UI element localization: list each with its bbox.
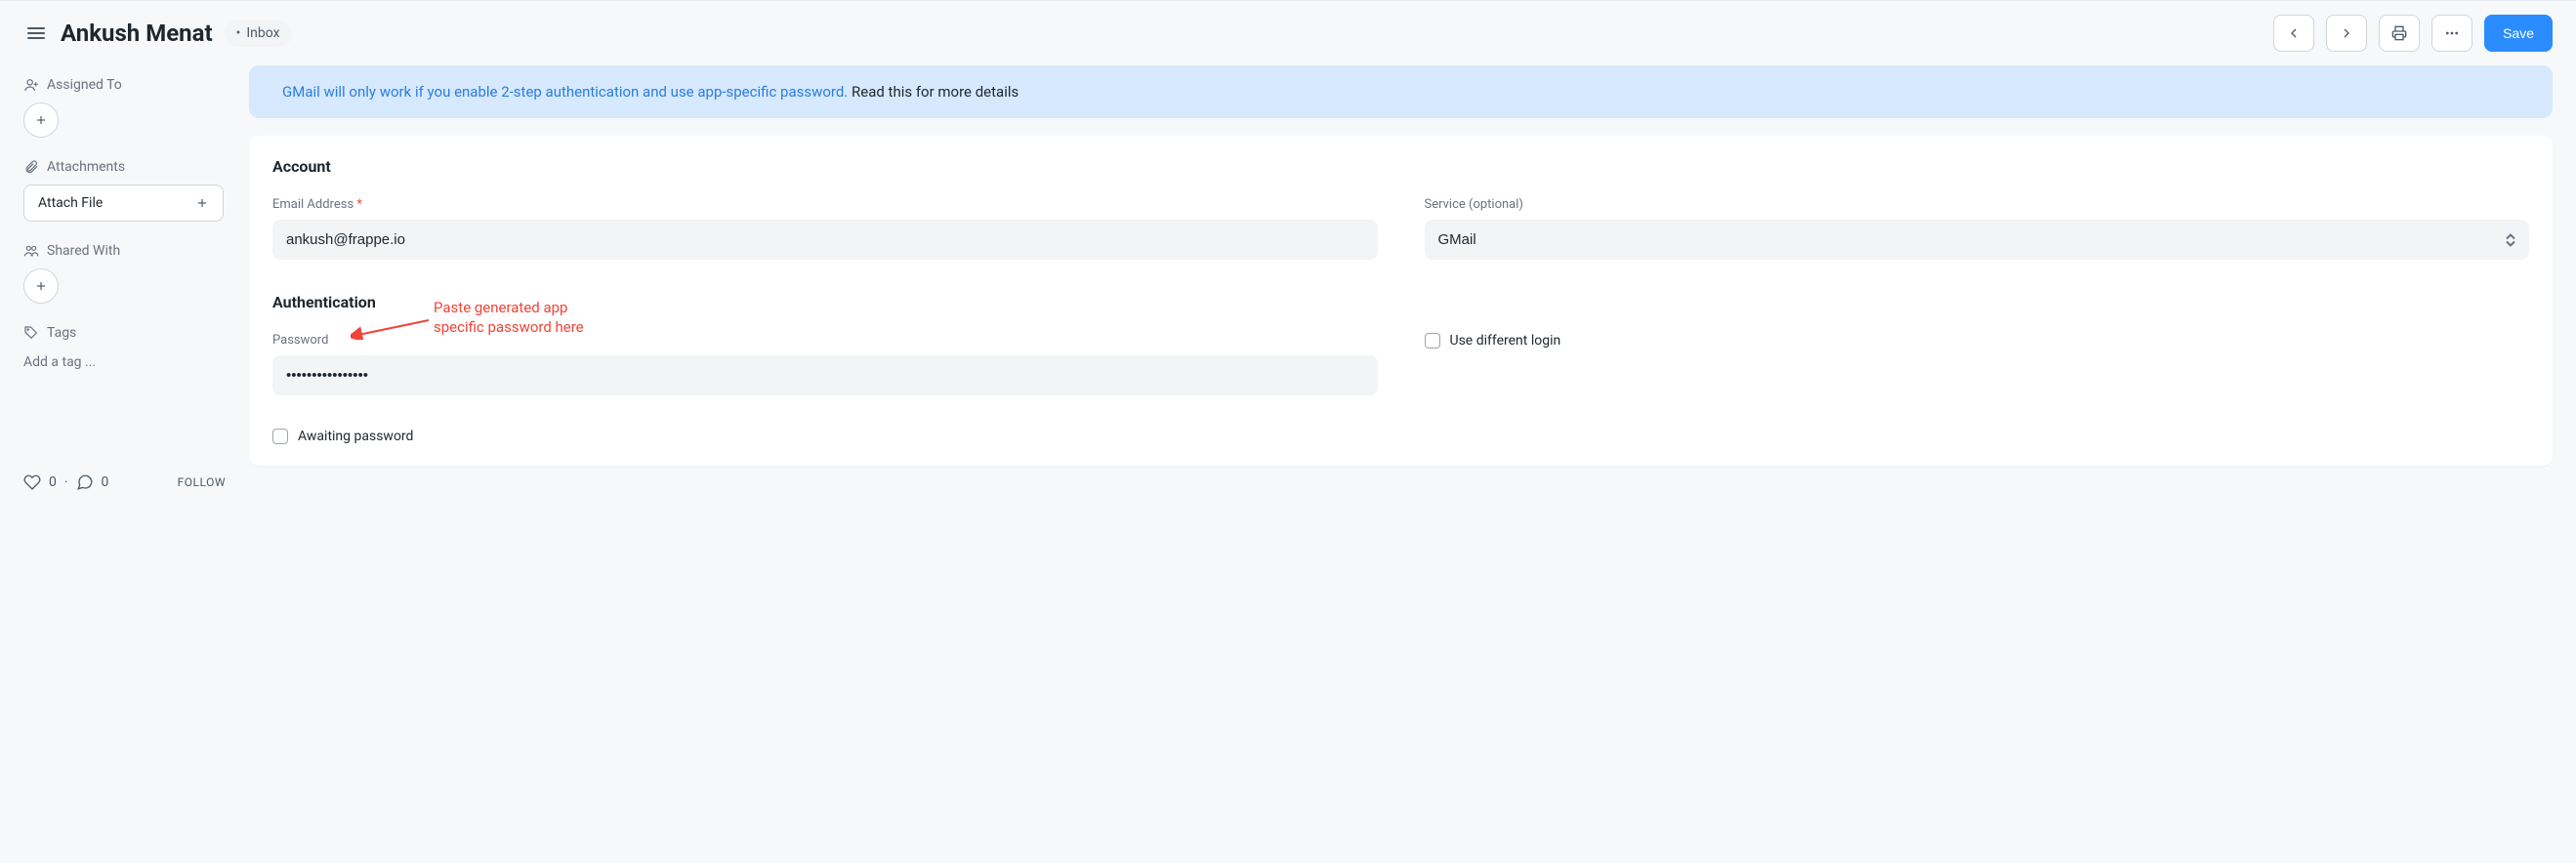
printer-icon <box>2391 25 2407 41</box>
topbar: Ankush Menat Inbox Save <box>0 0 2576 65</box>
footer-row: 0 · 0 FOLLOW <box>23 395 226 491</box>
likes-count: 0 <box>49 474 57 490</box>
service-select[interactable] <box>1425 220 2530 260</box>
account-section-title: Account <box>272 157 2529 176</box>
tags-text: Tags <box>47 325 76 341</box>
add-assignee-button[interactable] <box>23 103 59 138</box>
more-button[interactable] <box>2431 15 2472 52</box>
chevron-right-icon <box>2339 25 2354 41</box>
add-shared-button[interactable] <box>23 268 59 304</box>
plus-icon <box>34 113 48 127</box>
follow-button[interactable]: FOLLOW <box>178 475 226 489</box>
email-label: Email Address * <box>272 197 1378 212</box>
next-button[interactable] <box>2326 15 2367 52</box>
add-tag-input[interactable]: Add a tag ... <box>23 350 226 374</box>
chevron-left-icon <box>2286 25 2302 41</box>
comment-icon[interactable] <box>76 473 94 491</box>
content-area: GMail will only work if you enable 2-ste… <box>249 65 2576 514</box>
users-icon <box>23 243 39 259</box>
assigned-to-text: Assigned To <box>47 77 122 93</box>
attach-file-text: Attach File <box>38 195 103 211</box>
status-badge: Inbox <box>225 20 292 47</box>
alert-link[interactable]: Read this for more details <box>852 83 1018 101</box>
awaiting-password-row[interactable]: Awaiting password <box>272 429 2529 444</box>
prev-button[interactable] <box>2273 15 2314 52</box>
password-field[interactable] <box>272 355 1378 395</box>
attachments-text: Attachments <box>47 159 125 175</box>
awaiting-password-checkbox[interactable] <box>272 429 288 444</box>
status-badge-text: Inbox <box>246 25 279 41</box>
use-different-login-checkbox[interactable] <box>1425 333 1440 349</box>
paperclip-icon <box>23 159 39 175</box>
form-card: Account Email Address * Service (optiona… <box>249 136 2553 466</box>
dot-separator: · <box>64 474 68 490</box>
assigned-to-label: Assigned To <box>23 77 226 93</box>
alert-info-text: GMail will only work if you enable 2-ste… <box>282 83 848 101</box>
attachments-label: Attachments <box>23 159 226 175</box>
use-different-login-label: Use different login <box>1450 333 1561 349</box>
required-marker: * <box>356 197 362 212</box>
service-label: Service (optional) <box>1425 197 2530 212</box>
save-button[interactable]: Save <box>2484 15 2553 52</box>
comments-count: 0 <box>102 474 109 490</box>
shared-with-label: Shared With <box>23 243 226 259</box>
auth-section-title: Authentication <box>272 293 2529 311</box>
email-label-text: Email Address <box>272 197 353 212</box>
select-caret-icon <box>2506 233 2515 246</box>
awaiting-password-label: Awaiting password <box>298 429 413 444</box>
more-horizontal-icon <box>2444 25 2460 41</box>
plus-icon <box>195 196 209 210</box>
tag-icon <box>23 325 39 341</box>
attach-file-button[interactable]: Attach File <box>23 185 224 222</box>
page-title: Ankush Menat <box>61 20 213 47</box>
password-label: Password <box>272 333 1378 348</box>
print-button[interactable] <box>2379 15 2420 52</box>
tags-label: Tags <box>23 325 226 341</box>
user-plus-icon <box>23 77 39 93</box>
email-field[interactable] <box>272 220 1378 260</box>
info-alert: GMail will only work if you enable 2-ste… <box>249 65 2553 118</box>
plus-icon <box>34 279 48 293</box>
menu-toggle-icon[interactable] <box>23 23 49 43</box>
shared-with-text: Shared With <box>47 243 120 259</box>
sidebar: Assigned To Attachments Attach File <box>0 65 249 514</box>
heart-icon[interactable] <box>23 473 41 491</box>
use-different-login-row[interactable]: Use different login <box>1425 333 2530 349</box>
